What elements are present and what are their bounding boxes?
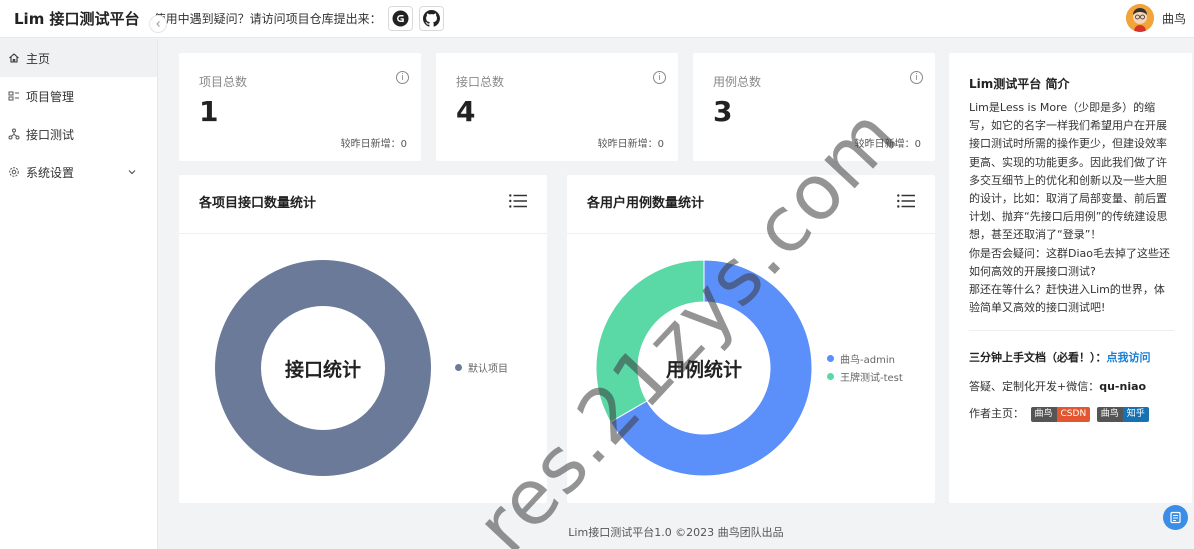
- stat-value: 4: [456, 95, 476, 128]
- api-test-icon: [8, 128, 20, 140]
- badge-left: 曲鸟: [1030, 406, 1057, 422]
- legend-label: 默认项目: [468, 363, 508, 375]
- sidebar: 主页 项目管理 接口测试 系统设置: [0, 39, 158, 549]
- docs-link[interactable]: 点我访问: [1107, 351, 1151, 364]
- intro-title: Lim测试平台 简介: [969, 77, 1070, 91]
- chevron-down-icon: [127, 166, 137, 180]
- sidebar-item-home[interactable]: 主页: [0, 39, 157, 77]
- footer: Lim接口测试平台1.0 ©2023 曲鸟团队出品: [568, 526, 784, 539]
- legend-item[interactable]: 王牌测试-test: [827, 367, 903, 385]
- intro-paragraph: Lim是Less is More（少即是多）的缩写，如它的名字一样我们希望用户在…: [969, 101, 1168, 242]
- info-icon[interactable]: i: [910, 71, 923, 84]
- gitee-icon: [392, 10, 409, 27]
- stat-sub: 较昨日新增：0: [340, 139, 407, 150]
- sidebar-item-label: 接口测试: [26, 127, 75, 142]
- donut-center-label: 接口统计: [284, 359, 361, 381]
- docs-line: 三分钟上手文档（必看！）：点我访问: [969, 349, 1151, 365]
- stat-label: 接口总数: [456, 75, 505, 89]
- legend-dot: [827, 354, 834, 362]
- contact-value: qu-niao: [1099, 380, 1147, 393]
- chart-legend: 曲鸟-admin 王牌测试-test: [827, 349, 903, 385]
- intro-card: Lim测试平台 简介 Lim是Less is More（少即是多）的缩写，如它的…: [949, 53, 1192, 503]
- intro-paragraph: 你是否会疑问：这群Diao毛去掉了这些还如何高效的开展接口测试?: [969, 246, 1170, 278]
- legend-dot: [827, 372, 834, 380]
- donut-center-label: 用例统计: [665, 359, 742, 381]
- chart-card-cases: 各用户用例数量统计 用例统计 曲鸟-admin 王牌测试-test: [567, 175, 935, 503]
- user-name[interactable]: 曲鸟: [1162, 10, 1186, 27]
- gitee-button[interactable]: [387, 6, 413, 31]
- contact-label: 答疑、定制化开发+微信：: [969, 380, 1100, 393]
- top-header: Lim 接口测试平台 使用中遇到疑问？请访问项目仓库提出来： 曲鸟: [0, 0, 1194, 38]
- stat-card-apis: 接口总数 i 4 较昨日新增：0: [436, 53, 678, 161]
- legend-label: 王牌测试-test: [840, 372, 903, 384]
- sidebar-item-label: 系统设置: [26, 165, 75, 180]
- sidebar-item-label: 主页: [26, 51, 51, 66]
- document-icon: [1170, 511, 1181, 524]
- user-menu[interactable]: 曲鸟: [1125, 4, 1186, 32]
- stat-sub: 较昨日新增：0: [597, 139, 664, 150]
- sidebar-item-api-test[interactable]: 接口测试: [0, 115, 157, 153]
- stat-card-cases: 用例总数 i 3 较昨日新增：0: [693, 53, 935, 161]
- chevron-left-icon: [156, 21, 160, 27]
- legend-item[interactable]: 曲鸟-admin: [827, 349, 903, 367]
- csdn-badge[interactable]: 曲鸟 CSDN: [1030, 406, 1091, 422]
- stat-card-projects: 项目总数 i 1 较昨日新增：0: [179, 53, 421, 161]
- sidebar-item-settings[interactable]: 系统设置: [0, 153, 157, 191]
- chart-legend: 默认项目: [455, 358, 508, 376]
- intro-body: Lim是Less is More（少即是多）的缩写，如它的名字一样我们希望用户在…: [969, 99, 1174, 317]
- home-icon: [8, 52, 20, 64]
- project-icon: [8, 90, 20, 102]
- info-icon[interactable]: i: [653, 71, 666, 84]
- docs-label: 三分钟上手文档（必看！）：: [969, 351, 1107, 364]
- contact-line: 答疑、定制化开发+微信：qu-niao: [969, 378, 1146, 394]
- legend-label: 曲鸟-admin: [840, 354, 895, 366]
- badge-right: 知乎: [1122, 406, 1149, 422]
- repo-notice: 使用中遇到疑问？请访问项目仓库提出来：: [153, 12, 382, 26]
- legend-dot: [455, 363, 462, 371]
- stat-value: 3: [713, 95, 733, 128]
- chart-card-apis: 各项目接口数量统计 接口统计 默认项目: [179, 175, 547, 503]
- collapse-sidebar-button[interactable]: [149, 15, 167, 33]
- badge-left: 曲鸟: [1096, 406, 1123, 422]
- author-label: 作者主页：: [969, 407, 1024, 420]
- legend-item[interactable]: 默认项目: [455, 358, 508, 376]
- author-line: 作者主页： 曲鸟 CSDN 曲鸟 知乎: [969, 405, 1149, 422]
- badge-right: CSDN: [1056, 406, 1091, 422]
- stat-value: 1: [199, 95, 219, 128]
- info-icon[interactable]: i: [396, 71, 409, 84]
- donut-slice[interactable]: [595, 259, 705, 423]
- sidebar-item-projects[interactable]: 项目管理: [0, 77, 157, 115]
- donut-chart-cases: [595, 259, 813, 477]
- stat-label: 用例总数: [713, 75, 762, 89]
- donut-chart-apis: [215, 260, 431, 476]
- divider: [969, 330, 1174, 331]
- github-button[interactable]: [418, 6, 444, 31]
- app-title: Lim 接口测试平台: [14, 10, 140, 28]
- stat-sub: 较昨日新增：0: [854, 139, 921, 150]
- stat-label: 项目总数: [199, 75, 248, 89]
- sidebar-item-label: 项目管理: [26, 89, 75, 104]
- github-icon: [422, 10, 440, 27]
- float-doc-button[interactable]: [1163, 505, 1188, 530]
- avatar[interactable]: [1125, 4, 1154, 32]
- zhihu-badge[interactable]: 曲鸟 知乎: [1096, 406, 1149, 422]
- gear-icon: [8, 166, 20, 178]
- intro-paragraph: 那还在等什么？赶快进入Lim的世界，体验简单又高效的接口测试吧!: [969, 283, 1165, 315]
